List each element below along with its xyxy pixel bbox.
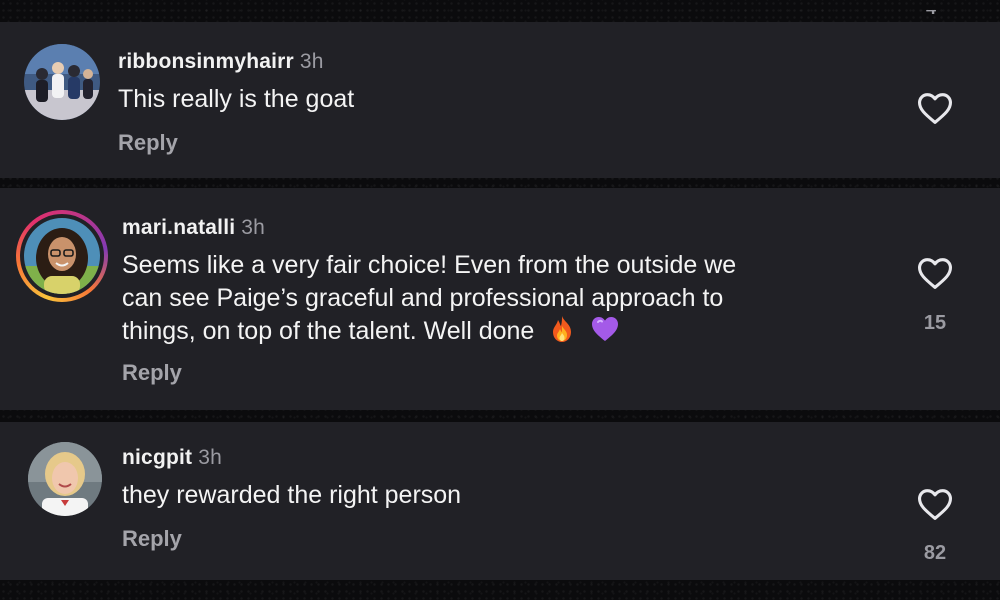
comment-username[interactable]: nicgpit 3h [122, 446, 222, 470]
like-count: 15 [923, 312, 947, 334]
previous-like-count: 4 [926, 10, 940, 20]
like-count: 82 [923, 542, 947, 564]
heart-icon[interactable] [916, 487, 954, 521]
story-ring[interactable] [16, 210, 108, 302]
reply-button[interactable]: Reply [122, 360, 182, 386]
heart-icon[interactable] [916, 91, 954, 125]
comment-timestamp: 3h [198, 446, 222, 469]
comment-username[interactable]: ribbonsinmyhairr 3h [118, 50, 324, 74]
comment-text-line: Seems like a very fair choice! Even from… [122, 251, 737, 279]
comment-text: they rewarded the right person [122, 481, 462, 509]
comment-text-line: can see Paige’s graceful and professiona… [122, 284, 724, 312]
comment-timestamp: 3h [241, 216, 266, 239]
woman-glasses-avatar [24, 218, 100, 294]
heart-icon[interactable] [916, 256, 954, 290]
fire-emoji [547, 314, 577, 344]
group-photo-avatar[interactable] [24, 44, 100, 120]
comment-item: nicgpit 3h they rewarded the right person… [0, 422, 1000, 580]
blonde-woman-avatar[interactable] [28, 442, 102, 516]
comment-item: mari.natalli 3h Seems like a very fair ch… [0, 188, 1000, 410]
purple-heart-emoji [590, 314, 620, 344]
comment-timestamp: 3h [299, 50, 324, 73]
reply-button[interactable]: Reply [122, 526, 182, 552]
comment-item: ribbonsinmyhairr 3h This really is the go… [0, 22, 1000, 178]
comment-username[interactable]: mari.natalli 3h [122, 216, 265, 240]
comment-text-line: things, on top of the talent. Well done [122, 315, 620, 348]
comment-text: This really is the goat [118, 85, 355, 113]
reply-button[interactable]: Reply [118, 130, 178, 156]
